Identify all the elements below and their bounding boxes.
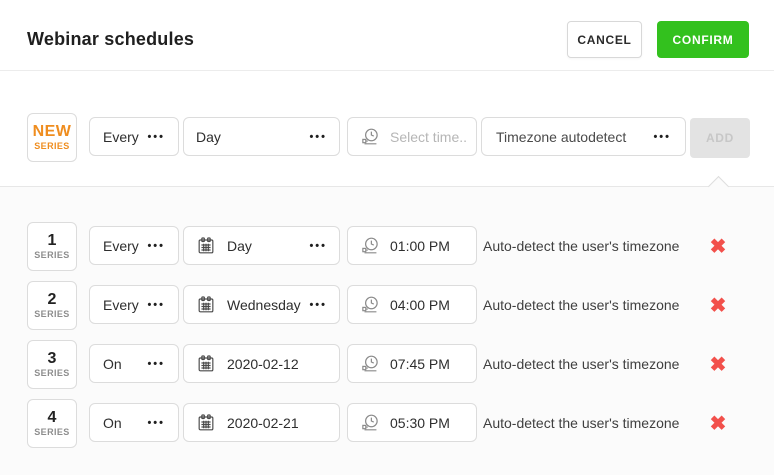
series-row: 2 SERIES Every ••• Wednesday ••• bbox=[0, 281, 774, 331]
series-row: 4 SERIES On ••• 2020-02-21 bbox=[0, 399, 774, 449]
series-label: SERIES bbox=[34, 250, 69, 260]
time-value: 05:30 PM bbox=[390, 415, 450, 431]
ellipsis-icon: ••• bbox=[147, 358, 165, 370]
clock-icon bbox=[359, 353, 381, 375]
clock-icon bbox=[359, 126, 381, 148]
timezone-text: Auto-detect the user's timezone bbox=[483, 222, 679, 270]
ellipsis-icon: ••• bbox=[147, 417, 165, 429]
timezone-text: Auto-detect the user's timezone bbox=[483, 399, 679, 447]
delete-icon[interactable]: ✖ bbox=[704, 399, 732, 447]
time-picker[interactable]: 01:00 PM bbox=[347, 226, 477, 265]
series-number: 1 bbox=[48, 233, 57, 249]
confirm-button[interactable]: CONFIRM bbox=[657, 21, 749, 58]
frequency-dropdown[interactable]: Every ••• bbox=[89, 117, 179, 156]
calendar-icon bbox=[196, 295, 216, 315]
clock-icon bbox=[359, 294, 381, 316]
add-button[interactable]: ADD bbox=[690, 118, 750, 158]
ellipsis-icon: ••• bbox=[309, 131, 327, 143]
series-label: SERIES bbox=[34, 309, 69, 319]
delete-icon[interactable]: ✖ bbox=[704, 281, 732, 329]
series-list-section: 1 SERIES Every ••• Day ••• bbox=[0, 186, 774, 475]
new-series-row: NEW SERIES Every ••• Day ••• bbox=[0, 113, 774, 163]
series-number-badge: 1 SERIES bbox=[27, 222, 77, 271]
new-series-badge-title: NEW bbox=[33, 124, 72, 140]
series-number-badge: 3 SERIES bbox=[27, 340, 77, 389]
new-series-section: NEW SERIES Every ••• Day ••• bbox=[0, 71, 774, 186]
ellipsis-icon: ••• bbox=[147, 240, 165, 252]
series-row: 3 SERIES On ••• 2020-02-12 bbox=[0, 340, 774, 390]
series-row: 1 SERIES Every ••• Day ••• bbox=[0, 222, 774, 272]
day-dropdown[interactable]: Day ••• bbox=[183, 226, 340, 265]
frequency-value: Every bbox=[103, 129, 139, 145]
day-value: Wednesday bbox=[227, 297, 301, 313]
series-number: 3 bbox=[48, 351, 57, 367]
frequency-dropdown[interactable]: On ••• bbox=[89, 344, 179, 383]
frequency-value: Every bbox=[103, 297, 139, 313]
timezone-text: Auto-detect the user's timezone bbox=[483, 281, 679, 329]
new-series-badge: NEW SERIES bbox=[27, 113, 77, 162]
time-picker[interactable]: Select time.. bbox=[347, 117, 477, 156]
dialog-header: Webinar schedules CANCEL CONFIRM bbox=[0, 0, 774, 71]
timezone-value: Timezone autodetect bbox=[496, 129, 626, 145]
frequency-dropdown[interactable]: Every ••• bbox=[89, 226, 179, 265]
webinar-schedules-dialog: Webinar schedules CANCEL CONFIRM NEW SER… bbox=[0, 0, 774, 475]
time-value: 01:00 PM bbox=[390, 238, 450, 254]
calendar-icon bbox=[196, 354, 216, 374]
delete-icon[interactable]: ✖ bbox=[704, 222, 732, 270]
date-picker[interactable]: 2020-02-21 bbox=[183, 403, 340, 442]
time-picker[interactable]: 07:45 PM bbox=[347, 344, 477, 383]
series-number-badge: 4 SERIES bbox=[27, 399, 77, 448]
time-value: 04:00 PM bbox=[390, 297, 450, 313]
series-number: 2 bbox=[48, 292, 57, 308]
page-title: Webinar schedules bbox=[27, 29, 194, 50]
frequency-value: On bbox=[103, 415, 122, 431]
series-number-badge: 2 SERIES bbox=[27, 281, 77, 330]
time-value: 07:45 PM bbox=[390, 356, 450, 372]
calendar-icon bbox=[196, 413, 216, 433]
ellipsis-icon: ••• bbox=[147, 299, 165, 311]
ellipsis-icon: ••• bbox=[309, 240, 327, 252]
clock-icon bbox=[359, 412, 381, 434]
time-placeholder: Select time.. bbox=[390, 129, 467, 145]
ellipsis-icon: ••• bbox=[147, 131, 165, 143]
series-label: SERIES bbox=[34, 427, 69, 437]
ellipsis-icon: ••• bbox=[653, 131, 671, 143]
date-value: 2020-02-12 bbox=[227, 356, 299, 372]
time-picker[interactable]: 05:30 PM bbox=[347, 403, 477, 442]
day-dropdown[interactable]: Wednesday ••• bbox=[183, 285, 340, 324]
series-label: SERIES bbox=[34, 368, 69, 378]
new-series-badge-subtitle: SERIES bbox=[34, 141, 69, 151]
frequency-dropdown[interactable]: Every ••• bbox=[89, 285, 179, 324]
frequency-dropdown[interactable]: On ••• bbox=[89, 403, 179, 442]
timezone-text: Auto-detect the user's timezone bbox=[483, 340, 679, 388]
cancel-button[interactable]: CANCEL bbox=[567, 21, 642, 58]
date-picker[interactable]: 2020-02-12 bbox=[183, 344, 340, 383]
delete-icon[interactable]: ✖ bbox=[704, 340, 732, 388]
day-dropdown[interactable]: Day ••• bbox=[183, 117, 340, 156]
day-value: Day bbox=[196, 129, 221, 145]
frequency-value: On bbox=[103, 356, 122, 372]
timezone-dropdown[interactable]: Timezone autodetect ••• bbox=[481, 117, 686, 156]
calendar-icon bbox=[196, 236, 216, 256]
frequency-value: Every bbox=[103, 238, 139, 254]
date-value: 2020-02-21 bbox=[227, 415, 299, 431]
series-number: 4 bbox=[48, 410, 57, 426]
clock-icon bbox=[359, 235, 381, 257]
time-picker[interactable]: 04:00 PM bbox=[347, 285, 477, 324]
ellipsis-icon: ••• bbox=[309, 299, 327, 311]
day-value: Day bbox=[227, 238, 252, 254]
